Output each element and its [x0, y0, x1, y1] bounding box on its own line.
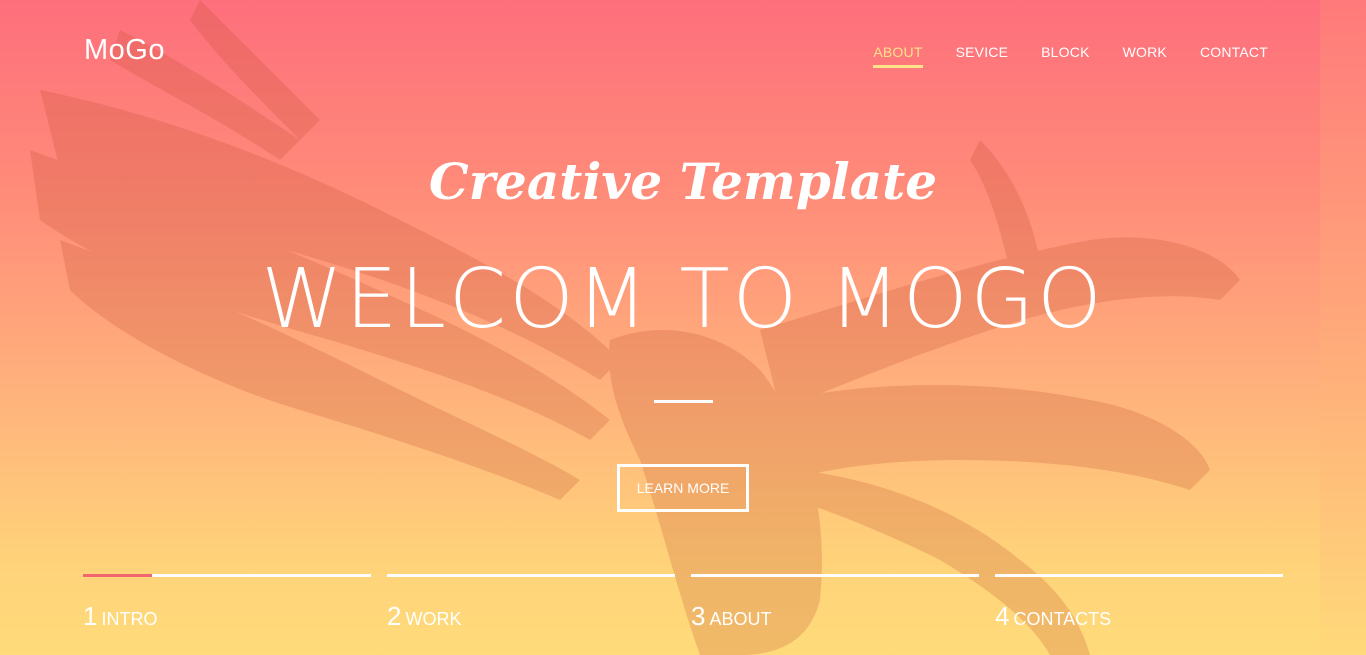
learn-more-button[interactable]: LEARN MORE [617, 464, 749, 512]
slide-title: CONTACTS [1013, 609, 1112, 629]
nav-item-service[interactable]: SEVICE [956, 44, 1009, 64]
hero-headline: WELCOM TO MOGO [261, 252, 1105, 347]
slide-progress-bar [691, 574, 979, 577]
hero-section: MoGo ABOUT SEVICE BLOCK WORK CONTACT Cre… [0, 0, 1366, 655]
slide-number: 4 [995, 601, 1010, 631]
nav-item-work[interactable]: WORK [1123, 44, 1167, 64]
slide-title: INTRO [101, 609, 158, 629]
slide-number: 1 [83, 601, 98, 631]
slide-progress-bar [83, 574, 371, 577]
slide-label: 3 ABOUT [691, 601, 979, 632]
slide-tab-about[interactable]: 3 ABOUT [691, 574, 979, 632]
slide-title: ABOUT [709, 609, 772, 629]
slide-tab-work[interactable]: 2 WORK [387, 574, 675, 632]
nav-item-about[interactable]: ABOUT [873, 44, 923, 68]
nav-item-contact[interactable]: CONTACT [1200, 44, 1268, 64]
nav-item-block[interactable]: BLOCK [1041, 44, 1089, 64]
slide-tab-intro[interactable]: 1 INTRO [83, 574, 371, 632]
slide-number: 3 [691, 601, 706, 631]
slide-number: 2 [387, 601, 402, 631]
slide-progress-bar [387, 574, 675, 577]
slide-label: 1 INTRO [83, 601, 371, 632]
slide-progress-fill [83, 574, 153, 577]
hero-divider [654, 400, 713, 403]
main-nav: ABOUT SEVICE BLOCK WORK CONTACT [873, 44, 1268, 68]
slide-progress-bar [995, 574, 1283, 577]
slide-tab-contacts[interactable]: 4 CONTACTS [995, 574, 1283, 632]
hero-tagline: Creative Template [428, 152, 938, 211]
slider-navigation: 1 INTRO 2 WORK 3 ABOUT 4 CONTACTS [83, 574, 1283, 632]
slide-label: 2 WORK [387, 601, 675, 632]
slide-label: 4 CONTACTS [995, 601, 1283, 632]
site-logo[interactable]: MoGo [84, 34, 165, 67]
slide-title: WORK [405, 609, 462, 629]
